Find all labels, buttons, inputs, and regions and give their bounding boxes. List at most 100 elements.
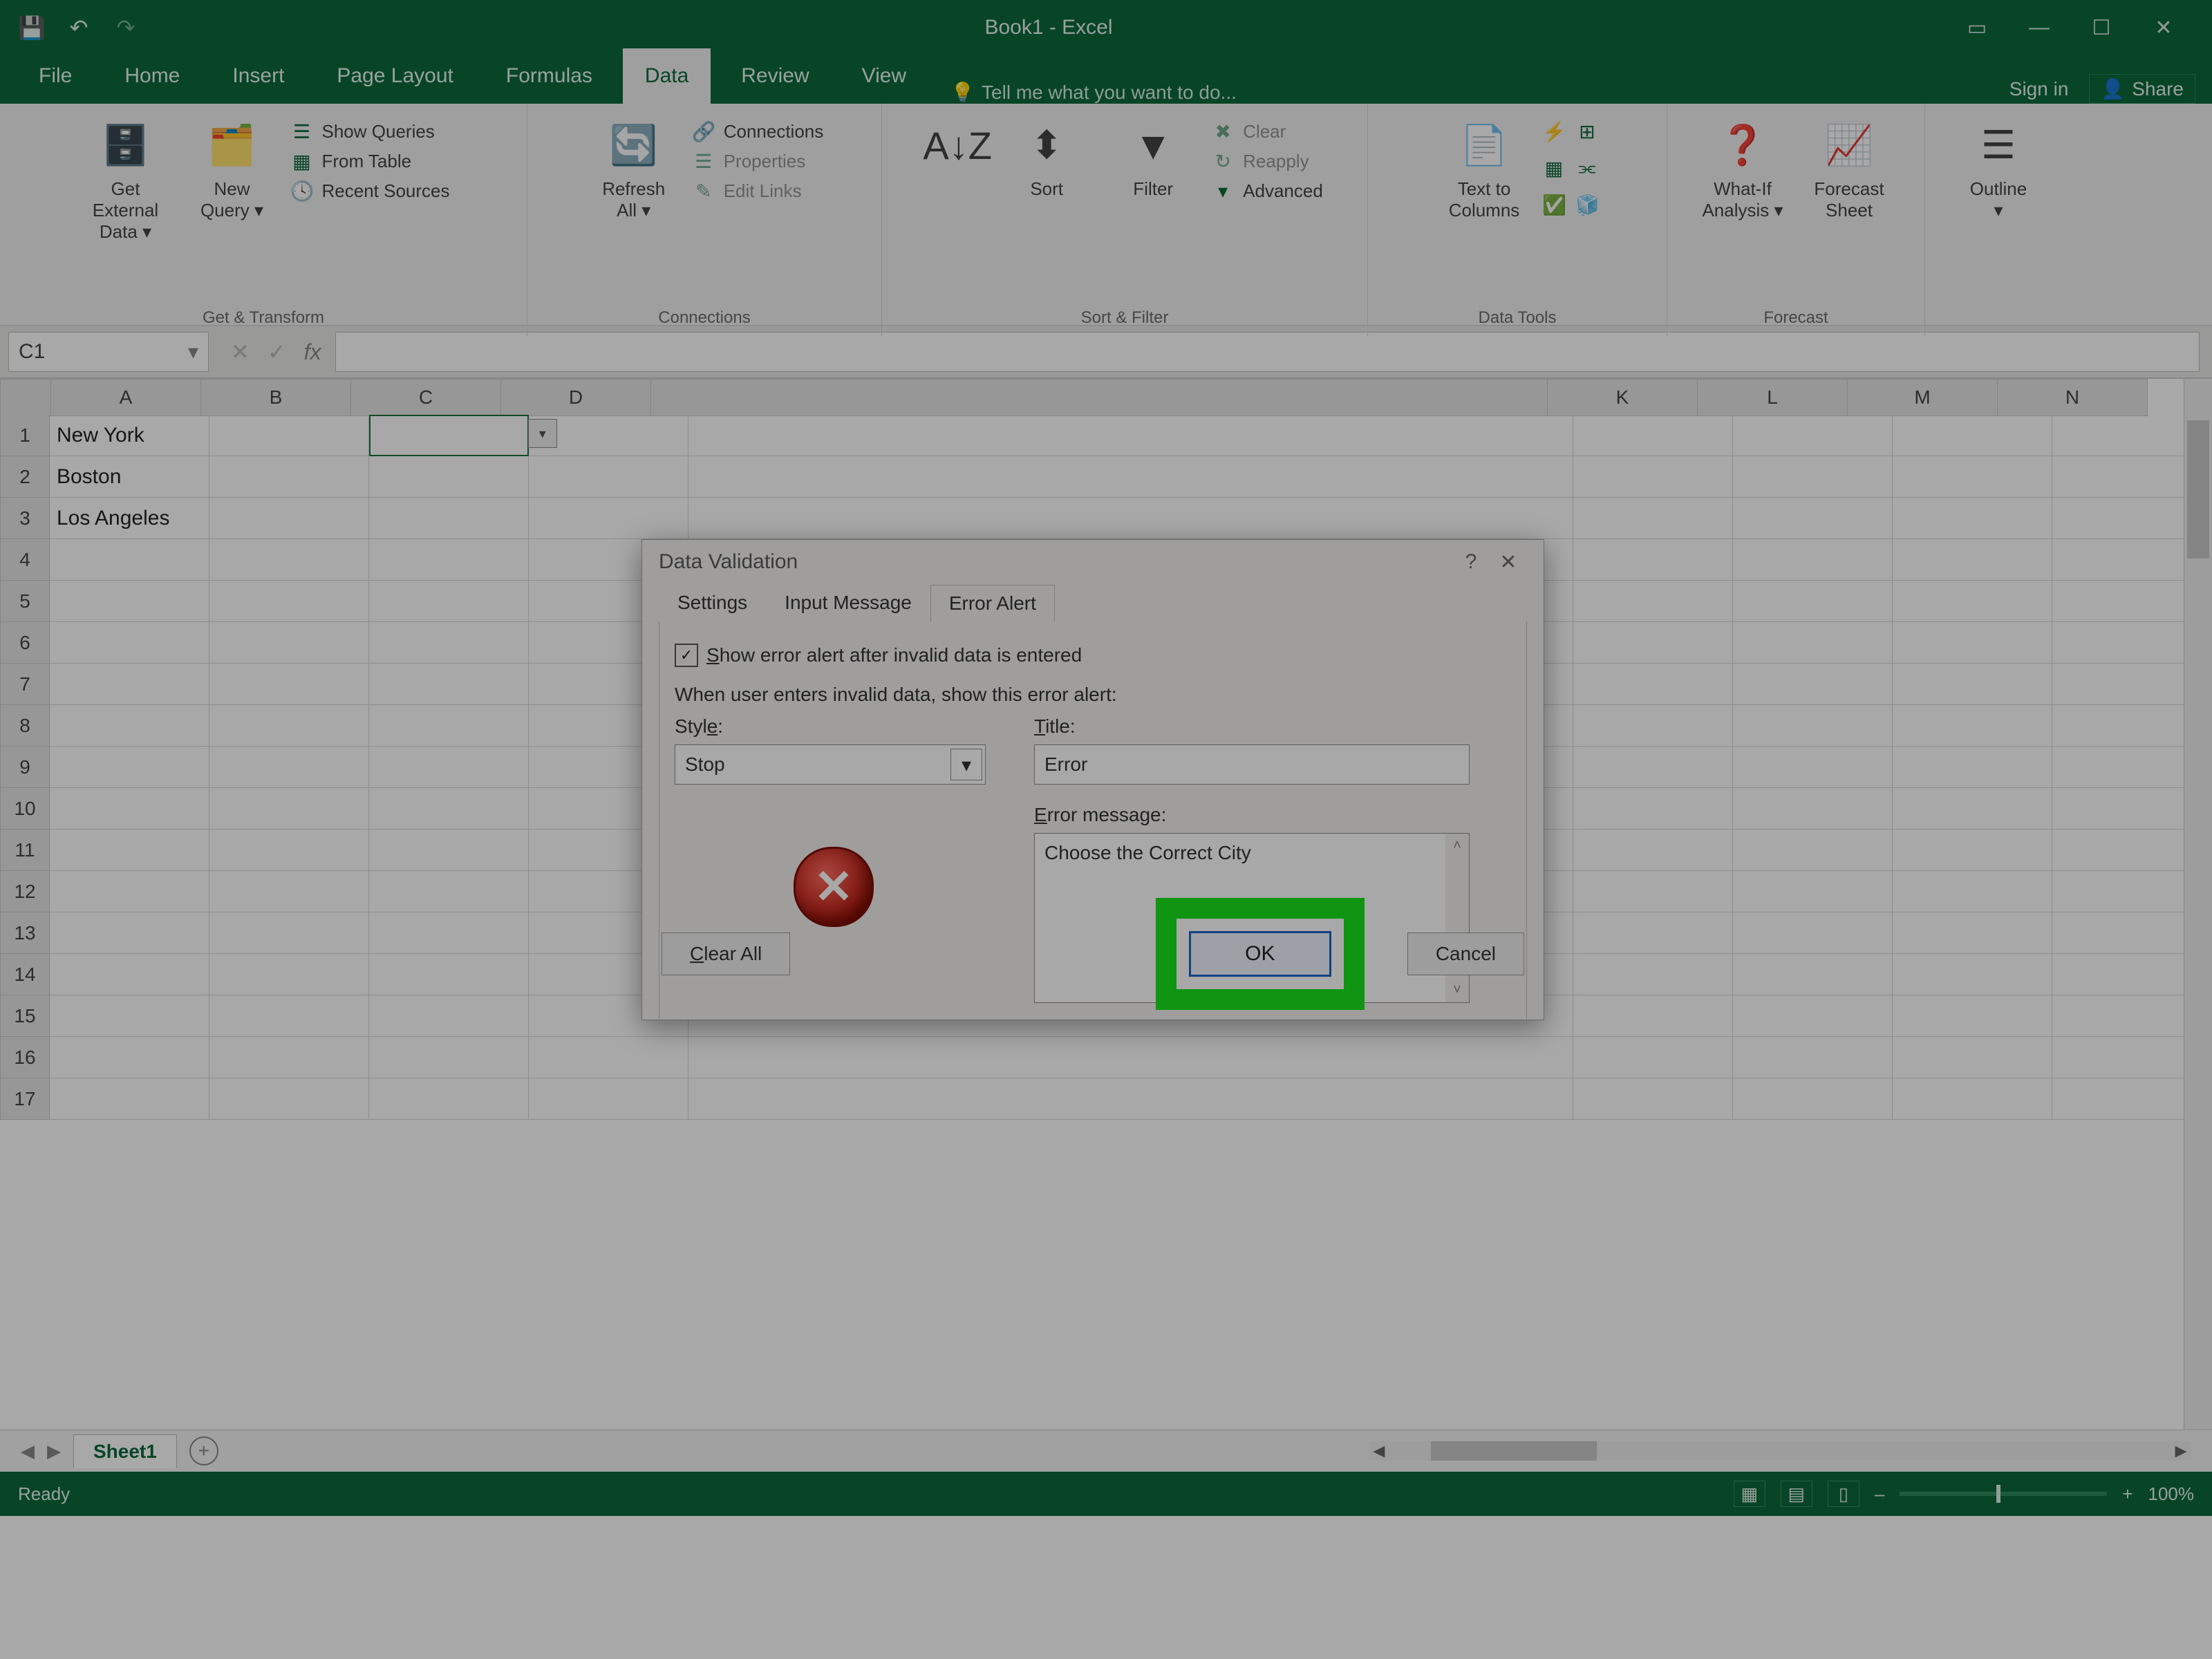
sheet-nav-next-icon[interactable]: ▶ [47, 1441, 61, 1462]
cell[interactable] [1893, 1078, 2052, 1120]
cell[interactable] [1893, 622, 2052, 664]
save-icon[interactable]: 💾 [17, 12, 47, 43]
dialog-tab-settings[interactable]: Settings [659, 584, 766, 621]
title-input[interactable]: Error [1034, 744, 1470, 785]
cell[interactable] [50, 995, 209, 1037]
cell[interactable] [209, 456, 369, 498]
connections-button[interactable]: 🔗Connections [692, 120, 824, 143]
tab-review[interactable]: Review [719, 48, 831, 104]
cell[interactable] [1893, 498, 2052, 539]
row-header[interactable]: 5 [0, 581, 50, 622]
cell[interactable] [1733, 539, 1893, 581]
cell[interactable] [1733, 747, 1893, 788]
cell[interactable] [369, 1078, 529, 1120]
edit-links-button[interactable]: ✎Edit Links [692, 180, 824, 203]
ribbon-options-icon[interactable]: ▭ [1956, 16, 1998, 40]
col-header-n[interactable]: N [1998, 379, 2148, 416]
cell[interactable] [369, 498, 529, 539]
cell[interactable] [1733, 788, 1893, 830]
text-to-columns-button[interactable]: 📄Text to Columns [1436, 120, 1533, 221]
cancel-button[interactable]: Cancel [1407, 932, 1524, 975]
row-header[interactable]: 16 [0, 1037, 50, 1078]
col-header-l[interactable]: L [1698, 379, 1848, 416]
maximize-icon[interactable]: ☐ [2081, 16, 2122, 40]
cell[interactable] [50, 788, 209, 830]
cell[interactable] [369, 954, 529, 995]
row-header[interactable]: 8 [0, 705, 50, 747]
cell[interactable] [1893, 995, 2052, 1037]
row-header[interactable]: 7 [0, 664, 50, 705]
cell[interactable] [1733, 622, 1893, 664]
remove-duplicates-button[interactable]: ▦ [1542, 157, 1566, 180]
cell[interactable] [209, 995, 369, 1037]
zoom-level[interactable]: 100% [2148, 1483, 2195, 1505]
cell[interactable] [1573, 664, 1733, 705]
row-header[interactable]: 9 [0, 747, 50, 788]
cell[interactable] [1893, 747, 2052, 788]
cell[interactable] [688, 415, 1574, 456]
cell[interactable] [1733, 705, 1893, 747]
formula-cancel-icon[interactable]: ✕ [231, 339, 250, 365]
cell[interactable] [209, 830, 369, 871]
cell[interactable] [369, 871, 529, 912]
cell[interactable] [369, 705, 529, 747]
cell[interactable] [688, 1037, 1574, 1078]
cell[interactable] [50, 1078, 209, 1120]
cell-dropdown-button[interactable]: ▾ [528, 419, 557, 448]
cell[interactable] [209, 1078, 369, 1120]
cell[interactable] [688, 498, 1574, 539]
cell[interactable] [1893, 830, 2052, 871]
cell[interactable] [50, 622, 209, 664]
flash-fill-button[interactable]: ⚡ [1542, 120, 1566, 143]
cell[interactable] [1573, 830, 1733, 871]
row-header[interactable]: 1 [0, 415, 50, 456]
dialog-help-icon[interactable]: ? [1452, 550, 1490, 574]
cell[interactable] [1573, 995, 1733, 1037]
tab-insert[interactable]: Insert [210, 48, 306, 104]
recent-sources-button[interactable]: 🕓Recent Sources [290, 180, 450, 203]
cell[interactable] [369, 581, 529, 622]
view-normal-button[interactable]: ▦ [1734, 1481, 1765, 1507]
cell[interactable] [529, 1078, 688, 1120]
cell[interactable] [1733, 954, 1893, 995]
tab-page-layout[interactable]: Page Layout [315, 48, 475, 104]
tab-view[interactable]: View [840, 48, 928, 104]
sort-az-button[interactable]: A↓Z [926, 120, 988, 170]
cell[interactable] [209, 664, 369, 705]
cell[interactable] [209, 912, 369, 954]
cell[interactable] [1573, 954, 1733, 995]
cell[interactable] [1573, 705, 1733, 747]
row-header[interactable]: 11 [0, 830, 50, 871]
row-header[interactable]: 17 [0, 1078, 50, 1120]
consolidate-button[interactable]: ⊞ [1575, 120, 1599, 143]
row-header[interactable]: 6 [0, 622, 50, 664]
zoom-in-button[interactable]: + [2122, 1483, 2133, 1505]
cell[interactable]: ▾ [369, 415, 529, 456]
cell[interactable] [369, 1037, 529, 1078]
cell[interactable] [1573, 498, 1733, 539]
cell[interactable] [1893, 581, 2052, 622]
cell[interactable] [209, 498, 369, 539]
tab-formulas[interactable]: Formulas [484, 48, 615, 104]
horizontal-scroll-thumb[interactable] [1431, 1441, 1597, 1461]
row-header[interactable]: 15 [0, 995, 50, 1037]
cell[interactable] [369, 539, 529, 581]
formula-input[interactable] [335, 332, 2200, 372]
cell[interactable] [50, 830, 209, 871]
cell[interactable] [50, 664, 209, 705]
manage-data-model-button[interactable]: 🧊 [1575, 194, 1599, 216]
cell[interactable] [1573, 622, 1733, 664]
cell[interactable] [1573, 539, 1733, 581]
new-query-button[interactable]: 🗂️ New Query ▾ [184, 120, 281, 221]
cell[interactable] [1573, 788, 1733, 830]
cell[interactable]: Los Angeles [50, 498, 209, 539]
vertical-scroll-thumb[interactable] [2187, 420, 2209, 559]
cell[interactable] [369, 456, 529, 498]
properties-button[interactable]: ☰Properties [692, 150, 824, 173]
cell[interactable] [1573, 912, 1733, 954]
horizontal-scrollbar[interactable]: ◀ ▶ [1369, 1441, 2191, 1461]
cell[interactable] [1893, 415, 2052, 456]
cell[interactable] [1733, 1037, 1893, 1078]
zoom-out-button[interactable]: – [1875, 1483, 1884, 1505]
name-box[interactable]: C1 ▾ [8, 332, 209, 372]
